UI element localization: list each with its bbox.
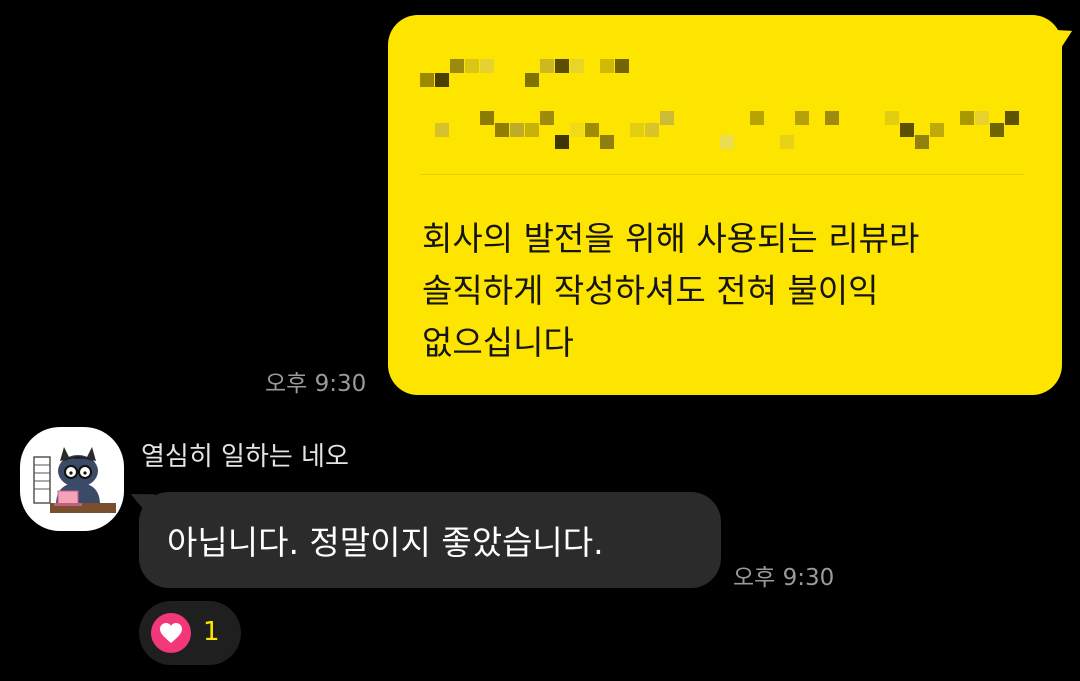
pixel-block (435, 123, 449, 137)
pixel-block (525, 123, 539, 137)
pixel-block (1005, 111, 1019, 125)
pixel-block (420, 73, 434, 87)
pixelated-redacted-text (420, 51, 1020, 161)
outgoing-message-divider (420, 174, 1024, 175)
pixel-block (615, 59, 629, 73)
pixel-block (600, 59, 614, 73)
heart-icon (160, 623, 182, 643)
pixel-block (555, 135, 569, 149)
pixel-block (450, 59, 464, 73)
pixel-block (630, 123, 644, 137)
heart-reaction-badge (151, 613, 191, 653)
pixel-block (750, 111, 764, 125)
pixel-block (960, 111, 974, 125)
pixel-block (555, 59, 569, 73)
sender-avatar[interactable] (20, 427, 124, 531)
pixel-block (795, 111, 809, 125)
pixel-block (525, 73, 539, 87)
pixel-block (825, 111, 839, 125)
outgoing-message-time: 오후 9:30 (265, 371, 367, 397)
pixel-block (990, 123, 1004, 137)
pixel-block (600, 135, 614, 149)
reaction-count: 1 (203, 617, 220, 647)
incoming-message-bubble[interactable]: 아닙니다. 정말이지 좋았습니다. (127, 490, 721, 588)
incoming-message-time: 오후 9:30 (733, 565, 835, 591)
pixel-block (975, 111, 989, 125)
pixel-block (570, 123, 584, 137)
pixel-block (585, 123, 599, 137)
pixel-block (720, 135, 734, 149)
pixel-block (930, 123, 944, 137)
pixel-block (900, 123, 914, 137)
outgoing-message-bubble[interactable]: 회사의 발전을 위해 사용되는 리뷰라 솔직하게 작성하셔도 전혀 불이익 없으… (388, 15, 1077, 395)
pixel-block (480, 111, 494, 125)
message-reaction-chip[interactable]: 1 (139, 601, 241, 665)
pixel-block (435, 73, 449, 87)
outgoing-message-text: 회사의 발전을 위해 사용되는 리뷰라 솔직하게 작성하셔도 전혀 불이익 없으… (422, 219, 920, 362)
pixel-block (915, 135, 929, 149)
pixel-block (645, 123, 659, 137)
incoming-message-text: 아닙니다. 정말이지 좋았습니다. (167, 523, 604, 562)
pixel-block (570, 59, 584, 73)
pixel-block (480, 59, 494, 73)
pixel-block (495, 123, 509, 137)
sender-name: 열심히 일하는 네오 (141, 442, 349, 472)
outgoing-bubble-tail (1049, 25, 1077, 57)
pixel-block (510, 123, 524, 137)
pixel-block (540, 59, 554, 73)
incoming-bubble-tail (127, 490, 155, 518)
cat-character-at-laptop-avatar-icon (33, 447, 116, 513)
pixel-block (780, 135, 794, 149)
pixel-block (540, 111, 554, 125)
pixel-block (885, 111, 899, 125)
pixel-block (465, 59, 479, 73)
pixel-block (660, 111, 674, 125)
